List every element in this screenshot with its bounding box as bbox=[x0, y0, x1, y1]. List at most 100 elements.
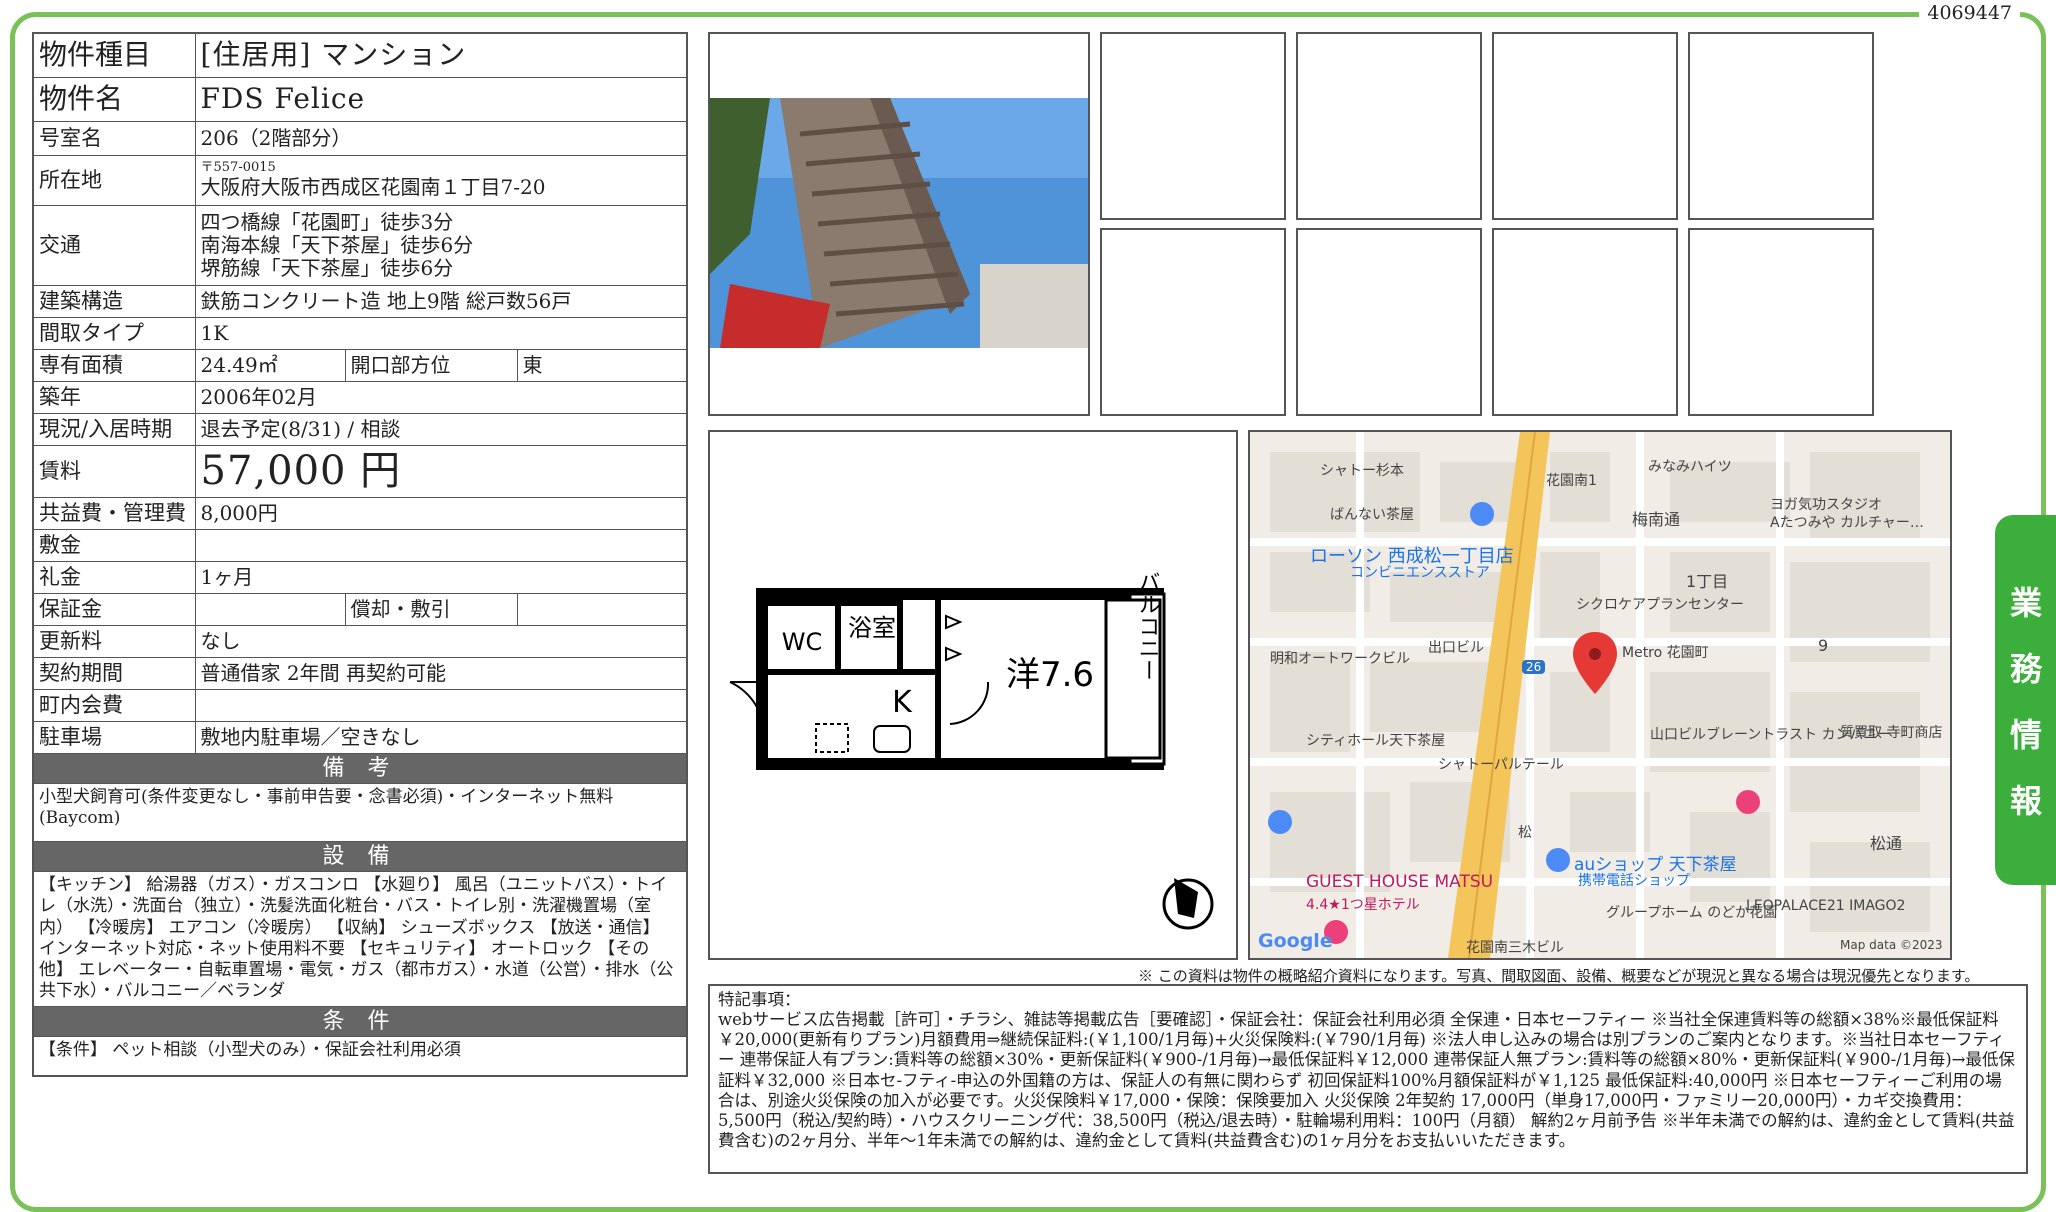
map-label: シクロケアプランセンター bbox=[1576, 597, 1744, 613]
label-structure: 建築構造 bbox=[32, 284, 196, 318]
value-orientation: 東 bbox=[516, 348, 688, 382]
map-label: 明和オートワークビル bbox=[1270, 651, 1410, 667]
side-tab-char: 報 bbox=[2009, 782, 2042, 820]
value-type: [住居用] マンション bbox=[194, 32, 688, 78]
map-label: 花園南1 bbox=[1546, 473, 1597, 489]
value-rent: 57,000 円 bbox=[194, 444, 688, 498]
map-label: ばんない茶屋 bbox=[1330, 507, 1414, 523]
side-tab-char: 情 bbox=[2009, 716, 2042, 754]
value-parking: 敷地内駐車場／空きなし bbox=[194, 720, 688, 754]
map-label: LEOPALACE21 IMAGO2 bbox=[1746, 898, 1906, 914]
label-status: 現況/入居時期 bbox=[32, 412, 196, 446]
photo-slot bbox=[1688, 228, 1874, 416]
map-label: 質買取 寺町商店 bbox=[1840, 725, 1943, 741]
google-logo: Google bbox=[1258, 930, 1333, 952]
value-room: 206（2階部分） bbox=[194, 120, 688, 156]
kitchen-label: K bbox=[892, 685, 913, 720]
map-label: コンビニエンスストア bbox=[1350, 565, 1490, 581]
map-label: 花園南三木ビル bbox=[1466, 940, 1564, 956]
side-tab-char: 業 bbox=[2009, 584, 2042, 622]
side-tab-char: 務 bbox=[2009, 650, 2042, 688]
value-address: 〒557-0015 大阪府大阪市西成区花園南１丁目7-20 bbox=[194, 154, 688, 206]
label-layout: 間取タイプ bbox=[32, 316, 196, 350]
equipment-header: 設 備 bbox=[32, 840, 688, 873]
access-line: 堺筋線「天下茶屋」徒歩6分 bbox=[200, 255, 454, 280]
map-label: GUEST HOUSE MATSU bbox=[1306, 872, 1494, 892]
photo-slot bbox=[1492, 228, 1678, 416]
map-label: 松通 bbox=[1870, 834, 1903, 853]
value-renewal: なし bbox=[194, 624, 688, 658]
value-deposit bbox=[194, 528, 688, 562]
special-notes-title: 特記事項： bbox=[718, 990, 801, 1009]
photo-slot bbox=[1100, 32, 1286, 220]
value-amortization bbox=[516, 592, 688, 626]
value-built: 2006年02月 bbox=[194, 380, 688, 414]
map-label: 携帯電話ショップ bbox=[1578, 873, 1690, 889]
photo-slot bbox=[1296, 32, 1482, 220]
value-access: 四つ橋線「花園町」徒歩3分 南海本線「天下茶屋」徒歩6分 堺筋線「天下茶屋」徒歩… bbox=[194, 204, 688, 286]
label-access: 交通 bbox=[32, 204, 196, 286]
label-contract: 契約期間 bbox=[32, 656, 196, 690]
conditions-header: 条 件 bbox=[32, 1005, 688, 1037]
label-name: 物件名 bbox=[32, 76, 196, 122]
label-built: 築年 bbox=[32, 380, 196, 414]
map-label: 山口ビル bbox=[1650, 727, 1706, 743]
value-layout: 1K bbox=[194, 316, 688, 350]
value-structure: 鉄筋コンクリート造 地上9階 総戸数56戸 bbox=[194, 284, 688, 318]
postal-code: 〒557-0015 bbox=[200, 160, 276, 176]
label-neighborhood-fee: 町内会費 bbox=[32, 688, 196, 722]
building-photo-image bbox=[710, 34, 1088, 414]
location-map[interactable]: シャトー杉本 花園南1 みなみハイツ ばんない茶屋 梅南通 ヨガ気功スタジオ A… bbox=[1248, 430, 1952, 960]
wc-label: WC bbox=[782, 628, 823, 656]
photo-slot bbox=[1296, 228, 1482, 416]
route-badge: 26 bbox=[1522, 660, 1546, 674]
value-fee: 8,000円 bbox=[194, 496, 688, 530]
map-label: シャトー杉本 bbox=[1320, 463, 1404, 479]
value-name: FDS Felice bbox=[194, 76, 688, 122]
business-info-tab[interactable]: 業 務 情 報 bbox=[1995, 515, 2056, 885]
map-label: 1丁目 bbox=[1686, 572, 1729, 591]
label-parking: 駐車場 bbox=[32, 720, 196, 754]
map-attribution: Map data ©2023 bbox=[1840, 938, 1943, 952]
document-id: 4069447 bbox=[1919, 2, 2020, 24]
value-contract: 普通借家 2年間 再契約可能 bbox=[194, 656, 688, 690]
map-label: シティホール天下茶屋 bbox=[1306, 733, 1446, 749]
map-label: Aたつみや カルチャー… bbox=[1770, 515, 1924, 531]
floor-plan-drawing: WC 浴室 K 洋7.6 バルコニー bbox=[729, 571, 1214, 930]
value-guarantee bbox=[194, 592, 346, 626]
value-area: 24.49㎡ bbox=[194, 348, 346, 382]
photo-slot bbox=[1100, 228, 1286, 416]
property-info-table: 物件種目 [住居用] マンション 物件名 FDS Felice 号室名 206（… bbox=[32, 32, 689, 1078]
label-orientation: 開口部方位 bbox=[344, 348, 518, 382]
map-label: ヨガ気功スタジオ bbox=[1770, 497, 1882, 513]
map-label: みなみハイツ bbox=[1648, 459, 1732, 475]
label-type: 物件種目 bbox=[32, 32, 196, 78]
value-neighborhood-fee bbox=[194, 688, 688, 722]
photo-slot bbox=[1688, 32, 1874, 220]
label-fee: 共益費・管理費 bbox=[32, 496, 196, 530]
photo-slot bbox=[1492, 32, 1678, 220]
map-label: Metro 花園町 bbox=[1622, 645, 1709, 661]
floor-plan: WC 浴室 K 洋7.6 バルコニー bbox=[708, 430, 1238, 960]
remarks-text: 小型犬飼育可(条件変更なし・事前申告要・念書必須)・インターネット無料(Bayc… bbox=[32, 782, 688, 842]
equipment-text: 【キッチン】 給湯器（ガス）・ガスコンロ 【水廻り】 風呂（ユニットバス）・トイ… bbox=[32, 871, 688, 1007]
map-label: 松 bbox=[1518, 825, 1532, 841]
label-deposit: 敷金 bbox=[32, 528, 196, 562]
access-line: 四つ橋線「花園町」徒歩3分 bbox=[200, 209, 454, 234]
label-key-money: 礼金 bbox=[32, 560, 196, 594]
value-key-money: 1ヶ月 bbox=[194, 560, 688, 594]
label-area: 専有面積 bbox=[32, 348, 196, 382]
value-status: 退去予定(8/31) / 相談 bbox=[194, 412, 688, 446]
map-label: 4.4★1つ星ホテル bbox=[1306, 897, 1420, 913]
label-room: 号室名 bbox=[32, 120, 196, 156]
conditions-text: 【条件】 ペット相談（小型犬のみ）・保証会社利用必須 bbox=[32, 1035, 688, 1077]
map-label: 9 bbox=[1818, 636, 1829, 655]
address-text: 大阪府大阪市西成区花園南１丁目7-20 bbox=[200, 174, 546, 199]
label-renewal: 更新料 bbox=[32, 624, 196, 658]
remarks-header: 備 考 bbox=[32, 752, 688, 784]
bath-label: 浴室 bbox=[848, 614, 896, 642]
label-address: 所在地 bbox=[32, 154, 196, 206]
map-label: 梅南通 bbox=[1632, 510, 1681, 529]
label-amortization: 償却・敷引 bbox=[344, 592, 518, 626]
map-label: 出口ビル bbox=[1428, 640, 1484, 656]
